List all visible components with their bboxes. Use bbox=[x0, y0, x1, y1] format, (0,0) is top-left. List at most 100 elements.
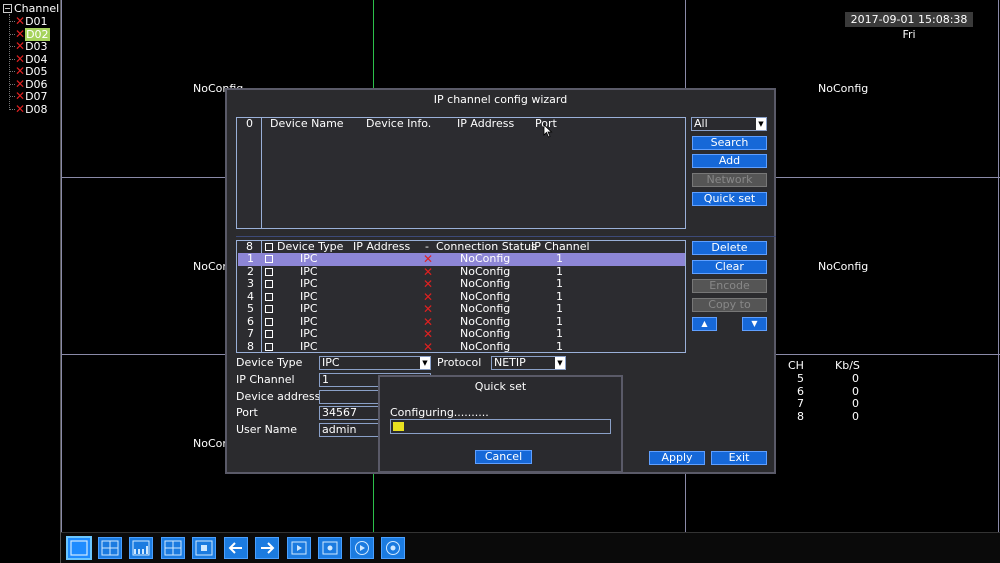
tree-item-d06[interactable]: ✕D06 bbox=[10, 78, 48, 90]
grid-border-left bbox=[61, 0, 62, 532]
network-button[interactable]: Network bbox=[692, 173, 767, 187]
row-number: 8 bbox=[247, 339, 254, 353]
cancel-button[interactable]: Cancel bbox=[475, 450, 532, 464]
tree-item-label: D06 bbox=[25, 77, 48, 91]
tree-item-label: D02 bbox=[25, 27, 50, 41]
chevron-down-icon[interactable]: ▼ bbox=[555, 357, 565, 369]
tree-item-d08[interactable]: ✕D08 bbox=[10, 103, 48, 115]
playback-button[interactable] bbox=[287, 537, 311, 559]
chevron-down-icon[interactable]: ▼ bbox=[420, 357, 430, 369]
disconnected-icon: ✕ bbox=[423, 277, 434, 291]
channel-tree: Channel ✕D01 ✕D02 ✕D03 ✕D04 ✕D05 ✕D06 ✕D07 ✕D08 bbox=[0, 0, 61, 563]
table-row[interactable]: 8 IPC ✕ NoConfig 1 bbox=[238, 339, 685, 353]
protocol-select[interactable]: NETIP ▼ bbox=[491, 356, 566, 370]
row-ip-channel: 1 bbox=[556, 302, 563, 315]
chevron-down-icon[interactable]: ▼ bbox=[756, 118, 766, 130]
next-button[interactable] bbox=[255, 537, 279, 559]
stats-kb-value: 0 bbox=[852, 397, 859, 410]
disconnected-icon: ✕ bbox=[423, 252, 434, 266]
row-checkbox[interactable] bbox=[265, 267, 273, 276]
collapse-icon[interactable] bbox=[3, 4, 12, 13]
tree-item-d03[interactable]: ✕D03 bbox=[10, 40, 48, 53]
grid-border-right bbox=[998, 0, 999, 532]
channel-tree-root[interactable]: Channel bbox=[3, 2, 59, 15]
row-ip-channel: 1 bbox=[556, 339, 563, 353]
record-icon bbox=[322, 541, 338, 555]
quick-set-dialog: Quick set Configuring.......... Cancel bbox=[378, 375, 623, 473]
ptz-play-icon bbox=[355, 541, 369, 555]
list-column-separator bbox=[261, 118, 262, 228]
stats-kb-value: 0 bbox=[852, 384, 859, 398]
row-device-type: IPC bbox=[300, 327, 318, 340]
play-icon bbox=[291, 541, 307, 555]
clear-button[interactable]: Clear bbox=[692, 260, 767, 274]
apply-button[interactable]: Apply bbox=[649, 451, 705, 465]
section-divider bbox=[236, 236, 776, 237]
copy-to-button[interactable]: Copy to bbox=[692, 298, 767, 312]
table-row[interactable]: 5 IPC ✕ NoConfig 1 bbox=[238, 302, 685, 316]
move-up-button[interactable]: ▲ bbox=[692, 317, 717, 331]
row-checkbox[interactable] bbox=[265, 305, 273, 313]
tree-item-d05[interactable]: ✕D05 bbox=[10, 65, 48, 78]
device-type-value: IPC bbox=[322, 356, 340, 369]
tree-item-d01[interactable]: ✕D01 bbox=[10, 15, 48, 28]
tree-item-d02[interactable]: ✕D02 bbox=[10, 27, 50, 41]
arrow-right-icon bbox=[261, 542, 275, 554]
table-row[interactable]: 7 IPC ✕ NoConfig 1 bbox=[238, 327, 685, 341]
color-button[interactable] bbox=[381, 537, 405, 559]
header-ip-address-2[interactable]: IP Address bbox=[353, 241, 410, 253]
header-ip-address[interactable]: IP Address bbox=[457, 118, 514, 130]
tree-item-label: D04 bbox=[25, 52, 48, 66]
device-type-select[interactable]: IPC ▼ bbox=[319, 356, 431, 370]
search-list-count: 0 bbox=[246, 117, 253, 130]
target-icon bbox=[386, 541, 400, 555]
stop-button[interactable] bbox=[192, 537, 216, 559]
tile-3-status: NoConfig bbox=[818, 82, 869, 95]
stats-ch-value: 8 bbox=[797, 409, 804, 423]
row-checkbox[interactable] bbox=[265, 342, 273, 351]
previous-button[interactable] bbox=[224, 537, 248, 559]
datetime-display: 2017-09-01 15:08:38 Fri bbox=[845, 12, 973, 41]
row-number: 5 bbox=[247, 302, 254, 315]
table-row[interactable]: 1 IPC ✕ NoConfig 1 bbox=[238, 252, 685, 266]
row-checkbox[interactable] bbox=[265, 317, 273, 326]
select-all-checkbox[interactable] bbox=[265, 243, 273, 251]
tree-item-d07[interactable]: ✕D07 bbox=[10, 90, 48, 103]
tile-7-status: NoCon bbox=[193, 437, 230, 450]
encode-button[interactable]: Encode bbox=[692, 279, 767, 293]
protocol-label: Protocol bbox=[437, 356, 482, 369]
quad-view-icon bbox=[101, 540, 119, 556]
row-checkbox[interactable] bbox=[265, 292, 273, 301]
header-device-info[interactable]: Device Info. bbox=[366, 118, 431, 130]
row-checkbox[interactable] bbox=[265, 330, 273, 338]
device-filter-select[interactable]: All ▼ bbox=[691, 117, 767, 131]
ptz-button[interactable] bbox=[350, 537, 374, 559]
layout-8-button[interactable] bbox=[129, 537, 153, 559]
row-checkbox[interactable] bbox=[265, 280, 273, 288]
device-filter-value: All bbox=[694, 117, 708, 130]
search-button[interactable]: Search bbox=[692, 136, 767, 150]
row-number: 7 bbox=[247, 327, 254, 340]
header-device-name[interactable]: Device Name bbox=[270, 118, 344, 130]
add-button[interactable]: Add bbox=[692, 154, 767, 168]
layout-1-button[interactable] bbox=[66, 536, 92, 560]
move-down-button[interactable]: ▼ bbox=[742, 317, 767, 331]
row-connection-status: NoConfig bbox=[460, 277, 511, 290]
table-row[interactable]: 3 IPC ✕ NoConfig 1 bbox=[238, 277, 685, 291]
dialog-title: IP channel config wizard bbox=[433, 93, 568, 106]
exit-button[interactable]: Exit bbox=[711, 451, 767, 465]
layout-4-button[interactable] bbox=[98, 537, 122, 559]
search-result-list[interactable]: 0 Device Name Device Info. IP Address Po… bbox=[236, 117, 686, 229]
layout-9-button[interactable] bbox=[161, 537, 185, 559]
stop-icon bbox=[195, 540, 213, 556]
stats-ch-value: 7 bbox=[797, 397, 804, 410]
added-device-list[interactable]: 8 Device Type IP Address - Connection St… bbox=[236, 240, 686, 353]
delete-button[interactable]: Delete bbox=[692, 241, 767, 255]
quick-set-button[interactable]: Quick set bbox=[692, 192, 767, 206]
row-checkbox[interactable] bbox=[265, 255, 273, 263]
configuring-message: Configuring.......... bbox=[390, 406, 489, 419]
stats-kb-value: 0 bbox=[852, 372, 859, 385]
tree-item-d04[interactable]: ✕D04 bbox=[10, 53, 48, 65]
port-label: Port bbox=[236, 406, 258, 419]
record-button[interactable] bbox=[318, 537, 342, 559]
